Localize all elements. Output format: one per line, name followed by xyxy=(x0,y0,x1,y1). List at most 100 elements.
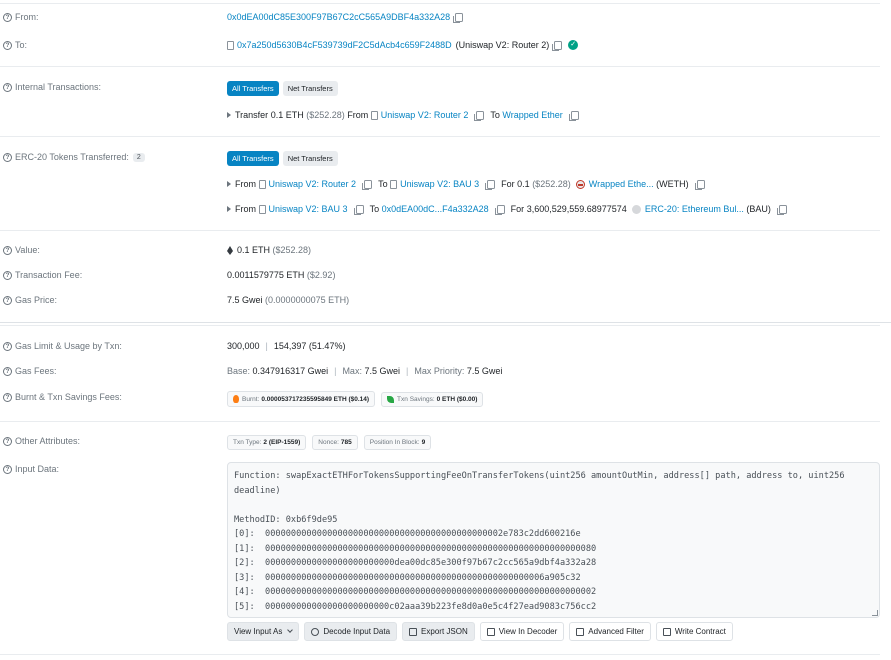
erc20-usd: ($252.28) xyxy=(532,179,571,189)
to-value: 0x7a250d5630B4cF539739dF2C5dAcb4c659F248… xyxy=(227,40,579,51)
input-label-wrap: ? Input Data: xyxy=(3,464,59,474)
erc20-from-link[interactable]: Uniswap V2: BAU 3 xyxy=(269,204,348,214)
view-input-as-label: View Input As xyxy=(234,627,283,636)
copy-icon[interactable] xyxy=(694,179,705,190)
help-icon[interactable]: ? xyxy=(3,366,12,376)
erc20-token-symbol: (BAU) xyxy=(746,204,771,214)
transfer-to-word: To xyxy=(490,110,500,120)
help-icon[interactable]: ? xyxy=(3,392,12,402)
to-address-link[interactable]: 0x7a250d5630B4cF539739dF2C5dAcb4c659F248… xyxy=(237,40,452,50)
internal-label: Internal Transactions: xyxy=(15,82,102,92)
copy-icon[interactable] xyxy=(776,204,787,215)
help-icon[interactable]: ? xyxy=(3,152,12,162)
verified-check-icon: ✓ xyxy=(568,40,579,50)
help-icon[interactable]: ? xyxy=(3,341,12,351)
gas-price-label-wrap: ? Gas Price: xyxy=(3,295,57,305)
txn-type-value: 2 (EIP-1559) xyxy=(263,439,301,446)
help-icon[interactable]: ? xyxy=(3,12,12,22)
from-address-link[interactable]: 0x0dEA00dC85E300F97B67C2cC565A9DBF4a332A… xyxy=(227,12,450,22)
help-icon[interactable]: ? xyxy=(3,464,12,474)
savings-pill: Txn Savings: 0 ETH ($0.00) xyxy=(381,391,484,407)
contract-file-icon xyxy=(390,179,398,189)
copy-icon[interactable] xyxy=(552,40,563,51)
erc20-from-link[interactable]: Uniswap V2: Router 2 xyxy=(269,179,357,189)
tab-net-transfers[interactable]: Net Transfers xyxy=(282,151,338,166)
erc20-tabs: All Transfers Net Transfers xyxy=(227,151,342,166)
copy-icon[interactable] xyxy=(494,204,505,215)
from-value: 0x0dEA00dC85E300F97B67C2cC565A9DBF4a332A… xyxy=(227,12,464,23)
decode-input-button[interactable]: Decode Input Data xyxy=(304,622,398,641)
erc20-to-word: To xyxy=(369,204,380,214)
position-value: 9 xyxy=(421,439,426,446)
fee-label: Transaction Fee: xyxy=(15,270,83,280)
input-data-textarea[interactable]: Function: swapExactETHForTokensSupportin… xyxy=(227,462,880,618)
nonce-label: Nonce: xyxy=(318,439,339,446)
file-icon xyxy=(486,627,495,636)
gas-usage-amount: 154,397 (51.47%) xyxy=(273,341,346,351)
input-toolbar: View Input As Decode Input Data Export J… xyxy=(227,622,738,641)
tab-net-transfers[interactable]: Net Transfers xyxy=(282,81,338,96)
value-amount: 0.1 ETH xyxy=(237,245,271,255)
to-contract-name: (Uniswap V2: Router 2) xyxy=(455,40,550,50)
tab-all-transfers[interactable]: All Transfers xyxy=(227,81,279,96)
advanced-filter-button[interactable]: Advanced Filter xyxy=(569,622,651,641)
gas-price-detail: (0.0000000075 ETH) xyxy=(265,295,350,305)
erc20-from-word: From xyxy=(235,204,256,214)
write-contract-button[interactable]: Write Contract xyxy=(655,622,733,641)
erc20-token-link[interactable]: Wrapped Ethe... xyxy=(589,179,654,189)
help-icon[interactable]: ? xyxy=(3,436,12,446)
help-icon[interactable]: ? xyxy=(3,82,12,92)
help-icon[interactable]: ? xyxy=(3,295,12,305)
other-label: Other Attributes: xyxy=(15,436,81,446)
other-label-wrap: ? Other Attributes: xyxy=(3,436,80,446)
erc20-for-word: For xyxy=(510,204,525,214)
txn-type-pill: Txn Type: 2 (EIP-1559) xyxy=(227,435,307,450)
view-in-decoder-button[interactable]: View In Decoder xyxy=(479,622,565,641)
help-icon[interactable]: ? xyxy=(3,270,12,280)
erc20-label-wrap: ? ERC-20 Tokens Transferred: 2 xyxy=(3,152,145,162)
gas-limit-amount: 300,000 xyxy=(227,341,260,351)
erc20-to-link[interactable]: Uniswap V2: BAU 3 xyxy=(400,179,479,189)
view-input-as-button[interactable]: View Input As xyxy=(227,622,300,641)
internal-label-wrap: ? Internal Transactions: xyxy=(3,82,101,92)
gas-priority-amount: 7.5 Gwei xyxy=(466,366,503,376)
copy-icon[interactable] xyxy=(362,179,373,190)
burnt-label-wrap: ? Burnt & Txn Savings Fees: xyxy=(3,392,122,402)
gas-limit-label: Gas Limit & Usage by Txn: xyxy=(15,341,122,351)
txn-type-label: Txn Type: xyxy=(233,439,262,446)
erc20-token-link[interactable]: ERC-20: Ethereum Bul... xyxy=(645,204,744,214)
copy-icon[interactable] xyxy=(568,110,579,121)
copy-icon[interactable] xyxy=(474,110,485,121)
to-label-wrap: ? To: xyxy=(3,40,27,50)
copy-icon[interactable] xyxy=(485,179,496,190)
nonce-value: 785 xyxy=(340,439,352,446)
view-in-decoder-label: View In Decoder xyxy=(498,627,558,636)
erc20-amount: 0.1 xyxy=(517,179,530,189)
savings-pill-label: Txn Savings: xyxy=(397,395,435,403)
export-icon xyxy=(409,627,418,636)
transfer-from-link[interactable]: Uniswap V2: Router 2 xyxy=(381,110,469,120)
edit-icon xyxy=(662,627,671,636)
decode-icon xyxy=(311,627,320,636)
resize-handle[interactable] xyxy=(872,610,878,616)
gas-base-amount: 0.347916317 Gwei xyxy=(252,366,329,376)
export-json-button[interactable]: Export JSON xyxy=(402,622,475,641)
fee-usd: ($2.92) xyxy=(306,270,336,280)
export-json-label: Export JSON xyxy=(421,627,468,636)
from-label-wrap: ? From: xyxy=(3,12,39,22)
erc20-to-link[interactable]: 0x0dEA00dC...F4a332A28 xyxy=(382,204,489,214)
tab-all-transfers[interactable]: All Transfers xyxy=(227,151,279,166)
fee-value: 0.0011579775 ETH ($2.92) xyxy=(227,270,335,280)
erc20-transfer-1: From Uniswap V2: Router 2 To Uniswap V2:… xyxy=(227,179,705,190)
erc20-label: ERC-20 Tokens Transferred: xyxy=(15,152,129,162)
erc20-count-badge: 2 xyxy=(132,152,145,162)
help-icon[interactable]: ? xyxy=(3,40,12,50)
transfer-to-link[interactable]: Wrapped Ether xyxy=(502,110,562,120)
help-icon[interactable]: ? xyxy=(3,245,12,255)
copy-icon[interactable] xyxy=(353,204,364,215)
copy-icon[interactable] xyxy=(453,12,464,23)
contract-file-icon xyxy=(370,110,378,120)
position-label: Position In Block: xyxy=(369,439,420,446)
gas-price-label: Gas Price: xyxy=(15,295,58,305)
advanced-filter-label: Advanced Filter xyxy=(588,627,644,636)
